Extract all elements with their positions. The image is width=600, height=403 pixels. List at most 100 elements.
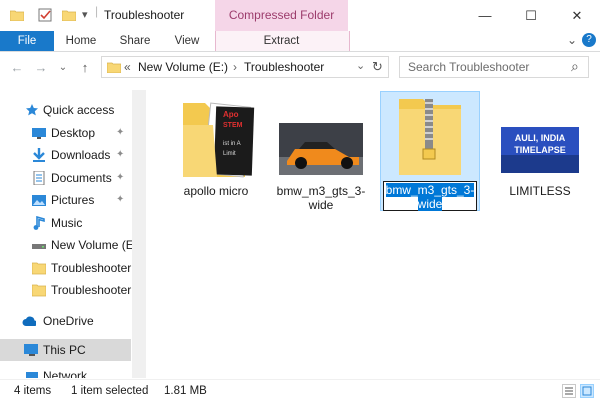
music-icon [33,216,45,230]
large-icons-view-icon [582,386,592,396]
pictures-icon [32,195,46,206]
download-icon [33,148,45,162]
sidebar-item-new-volume[interactable]: New Volume (E:) [0,234,132,256]
sidebar-item-network[interactable]: Network [0,364,132,378]
sidebar-item-label: Pictures [51,193,95,207]
details-view-button[interactable] [562,384,576,398]
selection-count: 1 item selected [71,385,149,397]
network-icon [26,372,38,378]
thumb-text: AULI, INDIA [515,133,566,143]
title-separator: | [95,4,99,18]
address-dropdown-icon[interactable]: ⌄ [356,59,365,72]
folder-thumbnail: Apo STEM ist in A Limit [183,102,255,178]
sidebar-item-label: Troubleshooter [51,261,132,275]
file-item-bmw-zip[interactable] [380,97,480,182]
sidebar-item-label: Downloads [51,148,111,162]
sidebar-item-label: Desktop [51,126,96,140]
folder-icon [32,284,46,297]
zip-folder-icon [399,99,461,175]
details-view-icon [565,387,573,395]
breadcrumb-drive[interactable]: New Volume (E:) [138,60,228,74]
sidebar-item-documents[interactable]: Documents ✦ [0,167,132,189]
large-icons-view-button[interactable] [580,384,594,398]
maximize-icon: ☐ [525,7,537,23]
thumb-text: TIMELAPSE [514,145,566,155]
sidebar-item-music[interactable]: Music [0,212,132,234]
selection-size: 1.81 MB [164,385,207,397]
folder-icon [32,262,46,275]
tab-file[interactable]: File [0,31,54,51]
file-name: LIMITLESS [509,184,571,198]
documents-icon [33,171,45,185]
sidebar-item-onedrive[interactable]: OneDrive [0,310,132,332]
maximize-button[interactable]: ☐ [508,0,554,31]
pin-icon: ✦ [116,127,125,138]
sidebar-item-pictures[interactable]: Pictures ✦ [0,189,132,211]
sidebar-item-troubleshooter-w[interactable]: Troubleshooter W [0,279,132,301]
breadcrumb-separator[interactable]: › [233,60,237,74]
minimize-icon: — [478,8,492,23]
window-title: Troubleshooter [104,8,185,22]
cloud-icon [22,316,36,326]
sidebar-item-desktop[interactable]: Desktop ✦ [0,122,132,144]
back-button[interactable]: ← [8,59,26,77]
recent-locations-button[interactable]: ⌄ [54,59,72,77]
thumb-text: ist in A [223,141,241,147]
tab-share[interactable]: Share [112,31,158,51]
up-button[interactable]: ↑ [76,59,94,77]
sidebar-item-label: New Volume (E:) [51,238,132,252]
status-bar: 4 items 1 item selected 1.81 MB [0,379,600,403]
search-box[interactable]: Search Troubleshooter ⌕ [399,56,589,78]
drive-icon [32,244,46,249]
sidebar-item-label: Documents [51,171,112,185]
minimize-button[interactable]: — [462,0,508,31]
image-thumbnail [279,123,363,175]
refresh-icon[interactable]: ↻ [372,59,383,75]
properties-icon[interactable] [38,8,52,22]
breadcrumb-overflow[interactable]: « [124,60,131,74]
new-folder-icon[interactable] [62,9,76,21]
image-thumbnail: AULI, INDIA TIMELAPSE [501,127,579,173]
file-item-bmw-image[interactable]: bmw_m3_gts_3-wide [271,97,371,212]
tab-extract[interactable]: Extract [215,31,348,51]
sidebar-item-label: Network [43,369,88,378]
close-button[interactable]: ✕ [554,0,600,31]
folder-icon [107,62,121,73]
tab-view[interactable]: View [166,31,208,51]
pin-icon: ✦ [116,149,125,160]
ribbon-collapse-icon[interactable]: ⌄ [567,33,577,47]
tab-home[interactable]: Home [60,31,102,51]
help-icon[interactable]: ? [582,33,596,47]
sidebar-item-downloads[interactable]: Downloads ✦ [0,144,132,166]
thumb-text: STEM [223,122,243,129]
pin-icon: ✦ [116,172,125,183]
search-input[interactable]: Search Troubleshooter [400,60,529,74]
file-name: bmw_m3_gts_3-wide [276,184,366,212]
file-name: apollo micro [183,184,249,198]
item-count: 4 items [14,385,52,397]
rename-input[interactable]: bmw_m3_gts_3-wide [383,181,477,211]
context-tab-header: Compressed Folder Tools [215,0,348,53]
customize-toolbar-icon[interactable]: ▾ [82,8,88,21]
search-icon[interactable]: ⌕ [571,58,579,75]
close-icon: ✕ [571,7,583,23]
sidebar-item-troubleshooter[interactable]: Troubleshooter [0,257,132,279]
rename-selected-text: bmw_m3_gts_3-wide [385,183,475,211]
sidebar-item-quick-access[interactable]: Quick access [0,99,132,121]
sidebar-item-label: This PC [43,343,86,357]
sidebar-item-label: Troubleshooter W [51,283,132,297]
desktop-icon [32,128,46,139]
sidebar-item-label: OneDrive [43,314,94,328]
sidebar-item-this-pc[interactable]: This PC [0,339,131,361]
forward-button[interactable]: → [32,59,50,77]
file-item-apollo-micro[interactable]: Apo STEM ist in A Limit apollo micro [166,97,266,198]
address-bar[interactable]: « New Volume (E:) › Troubleshooter ⌄ ↻ [101,56,389,78]
pin-icon: ✦ [116,194,125,205]
sidebar-item-label: Music [51,216,83,230]
breadcrumb-folder[interactable]: Troubleshooter [244,60,324,74]
thumb-text: Limit [223,151,236,157]
star-icon [26,104,38,116]
folder-icon[interactable] [10,9,24,21]
file-item-limitless[interactable]: AULI, INDIA TIMELAPSE LIMITLESS [490,97,590,198]
navigation-pane-scrollbar[interactable] [132,90,146,378]
